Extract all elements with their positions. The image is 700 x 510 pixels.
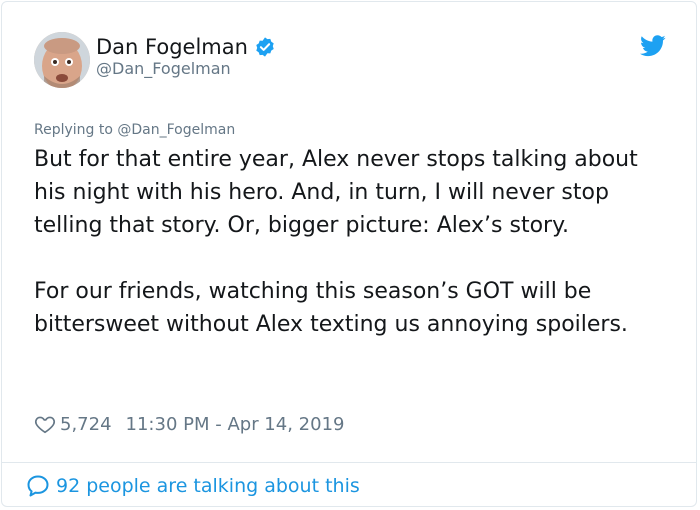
tweet-card: Dan Fogelman @Dan_Fogelman Replying to @… xyxy=(1,1,697,507)
like-count[interactable]: 5,724 xyxy=(60,414,112,435)
tweet-meta-row: 5,724 11:30 PM - Apr 14, 2019 xyxy=(34,411,344,437)
replying-to-label[interactable]: Replying to @Dan_Fogelman xyxy=(34,122,235,138)
author-name-row[interactable]: Dan Fogelman xyxy=(96,33,276,61)
tweet-text: But for that entire year, Alex never sto… xyxy=(34,143,674,341)
avatar-photo xyxy=(34,32,90,88)
twitter-bird-icon[interactable] xyxy=(640,35,666,57)
tweet-paragraph: But for that entire year, Alex never sto… xyxy=(34,147,638,238)
author-display-name[interactable]: Dan Fogelman xyxy=(96,35,248,59)
heart-icon[interactable] xyxy=(34,413,56,435)
talking-about-link[interactable]: 92 people are talking about this xyxy=(26,472,360,500)
talking-about-label[interactable]: 92 people are talking about this xyxy=(56,475,360,497)
divider xyxy=(2,462,696,463)
tweet-paragraph: For our friends, watching this season’s … xyxy=(34,279,628,337)
verified-badge-icon xyxy=(256,37,274,57)
tweet-timestamp[interactable]: 11:30 PM - Apr 14, 2019 xyxy=(126,414,345,435)
avatar[interactable] xyxy=(34,32,90,88)
speech-bubble-icon xyxy=(27,475,49,497)
author-handle[interactable]: @Dan_Fogelman xyxy=(96,59,231,78)
